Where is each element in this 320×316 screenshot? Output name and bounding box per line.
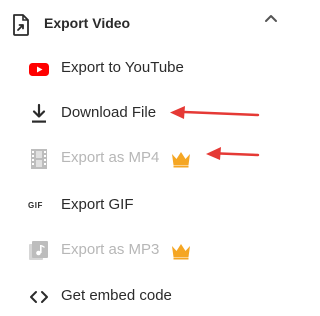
- film-icon: [31, 149, 47, 169]
- export-as-mp3-item[interactable]: Export as MP3: [0, 230, 297, 270]
- export-file-icon: [13, 14, 29, 36]
- gif-icon: GIF: [28, 201, 43, 210]
- export-video-title: Export Video: [44, 15, 131, 31]
- crown-icon: [172, 152, 190, 168]
- download-icon: [32, 103, 46, 123]
- get-embed-code-item[interactable]: Get embed code: [0, 276, 297, 316]
- youtube-icon: [29, 63, 49, 76]
- export-gif-label: Export GIF: [61, 196, 134, 213]
- annotation-arrow-left: [206, 147, 260, 160]
- export-as-mp3-label: Export as MP3: [61, 241, 160, 258]
- download-file-label: Download File: [61, 104, 157, 121]
- music-icon: [29, 241, 48, 260]
- embed-code-icon: [30, 291, 48, 303]
- export-to-youtube-item[interactable]: Export to YouTube: [0, 48, 297, 88]
- export-gif-item[interactable]: GIF Export GIF: [0, 185, 297, 225]
- export-video-panel: Export Video Export to YouTube Download …: [0, 0, 297, 313]
- chevron-up-icon[interactable]: [264, 13, 278, 23]
- export-as-mp4-label: Export as MP4: [61, 149, 160, 166]
- annotation-arrow-left: [170, 106, 260, 119]
- export-to-youtube-label: Export to YouTube: [61, 59, 184, 76]
- export-video-header[interactable]: Export Video: [0, 0, 297, 48]
- get-embed-code-label: Get embed code: [61, 287, 172, 304]
- crown-icon: [172, 244, 190, 260]
